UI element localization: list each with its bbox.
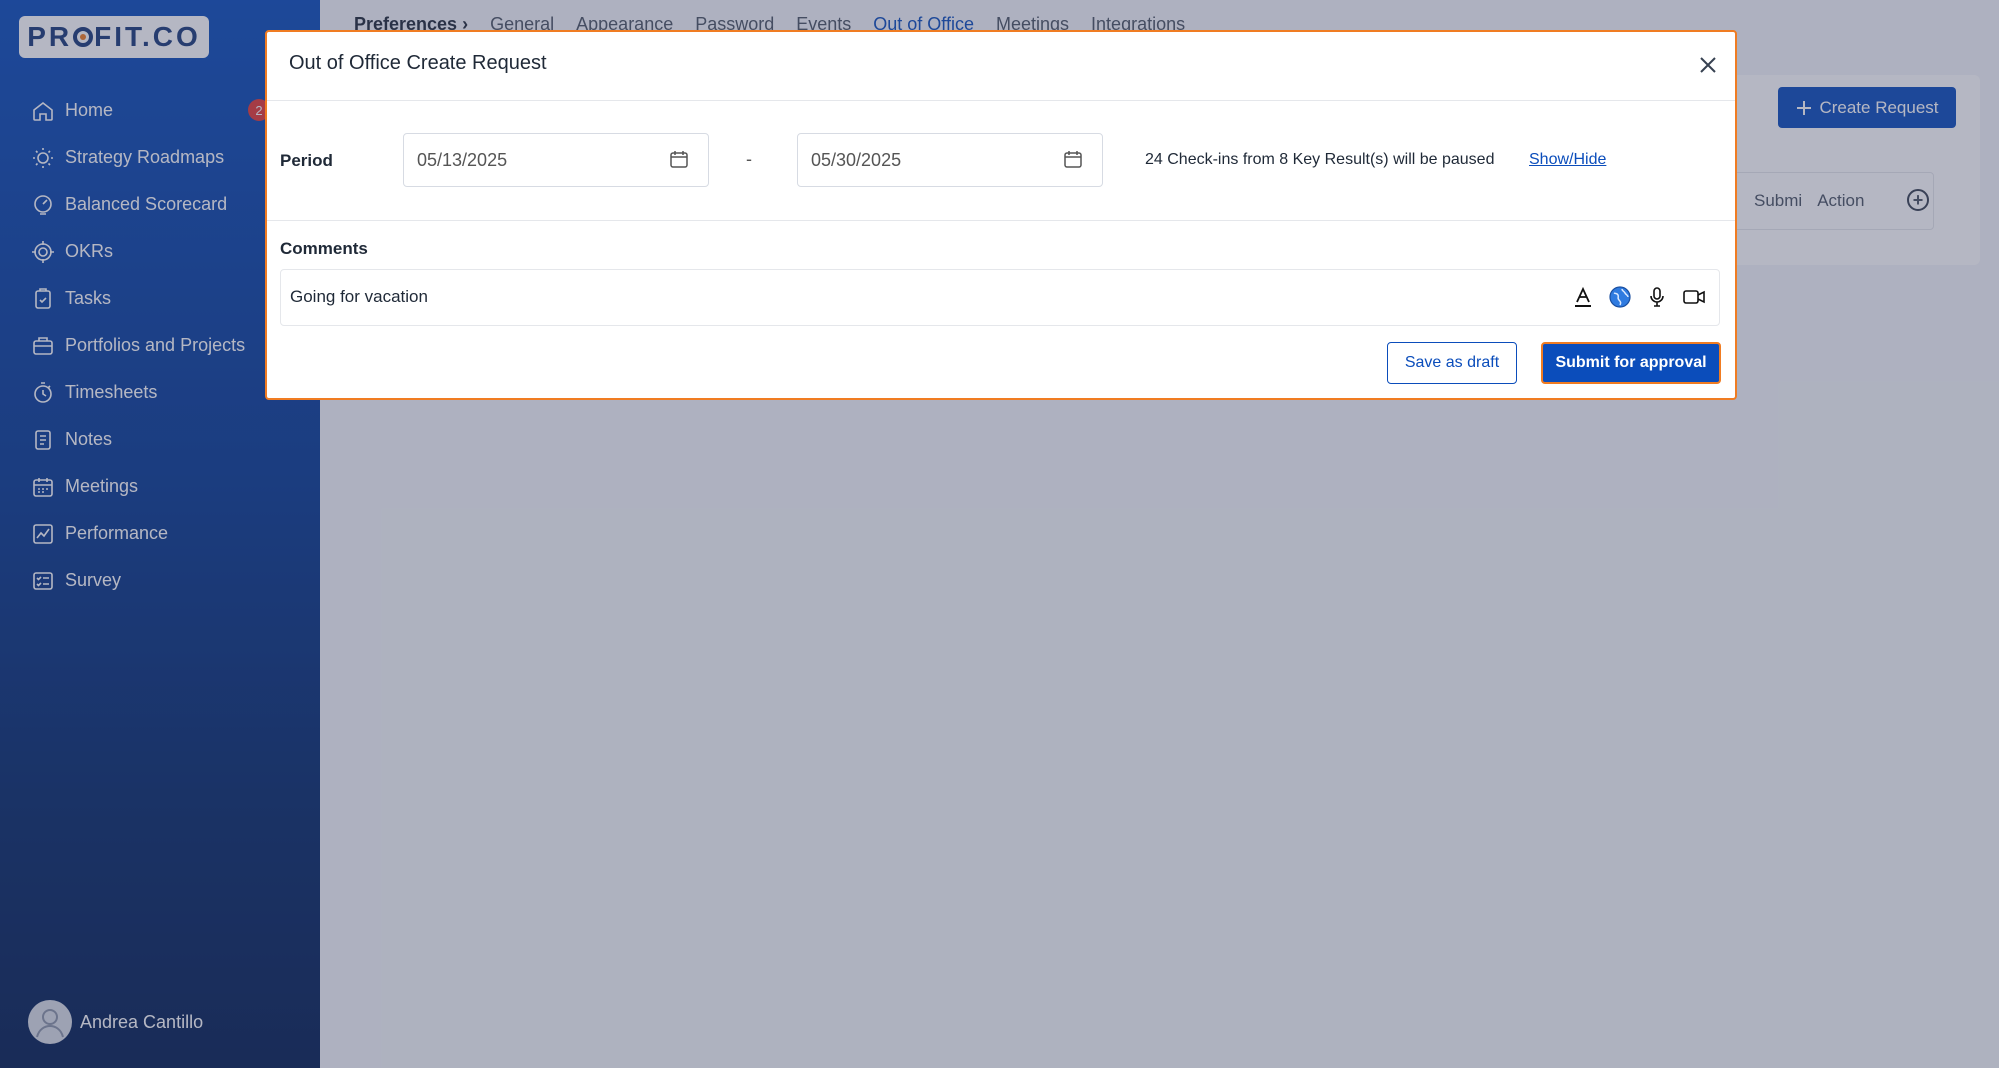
divider bbox=[267, 220, 1735, 221]
paused-checkins-info: 24 Check-ins from 8 Key Result(s) will b… bbox=[1145, 151, 1495, 168]
comments-input[interactable]: Going for vacation bbox=[280, 269, 1720, 326]
globe-icon[interactable] bbox=[1607, 284, 1633, 310]
calendar-icon[interactable] bbox=[1063, 149, 1083, 169]
divider bbox=[267, 100, 1735, 101]
comments-value: Going for vacation bbox=[290, 287, 428, 306]
microphone-icon[interactable] bbox=[1644, 284, 1670, 310]
video-icon[interactable] bbox=[1681, 284, 1707, 310]
end-date-input[interactable]: 05/30/2025 bbox=[797, 133, 1103, 187]
period-label: Period bbox=[280, 151, 333, 170]
calendar-icon[interactable] bbox=[669, 149, 689, 169]
submit-for-approval-button[interactable]: Submit for approval bbox=[1541, 342, 1721, 384]
modal-title: Out of Office Create Request bbox=[289, 52, 547, 74]
start-date-value: 05/13/2025 bbox=[417, 149, 508, 170]
save-as-draft-button[interactable]: Save as draft bbox=[1387, 342, 1517, 384]
out-of-office-modal: Out of Office Create Request Period 05/1… bbox=[265, 30, 1737, 400]
comments-label: Comments bbox=[280, 239, 368, 258]
end-date-value: 05/30/2025 bbox=[811, 149, 902, 170]
close-icon bbox=[1700, 57, 1716, 73]
comment-toolbar bbox=[1570, 284, 1707, 310]
start-date-input[interactable]: 05/13/2025 bbox=[403, 133, 709, 187]
show-hide-link[interactable]: Show/Hide bbox=[1529, 151, 1606, 169]
close-button[interactable] bbox=[1695, 52, 1721, 78]
date-range-separator: - bbox=[746, 149, 752, 169]
text-format-icon[interactable] bbox=[1570, 284, 1596, 310]
